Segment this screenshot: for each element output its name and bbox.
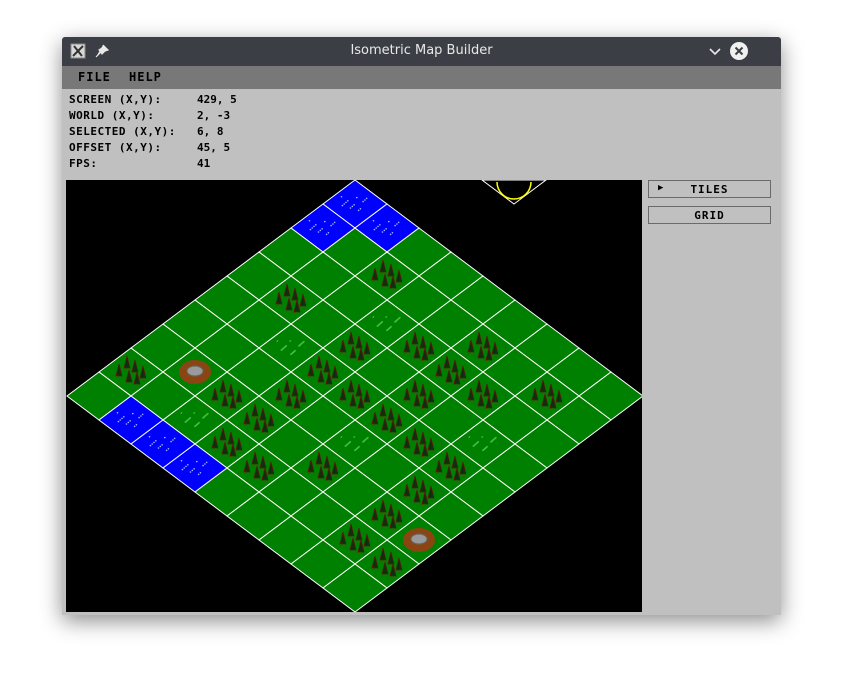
offset-label: OFFSET (X,Y):	[69, 141, 162, 154]
selected-value: 6, 8	[197, 125, 224, 138]
menu-file[interactable]: FILE	[78, 70, 111, 84]
grid-label: GRID	[694, 209, 725, 222]
app-window: Isometric Map Builder FILE HELP SCREEN (…	[62, 37, 781, 615]
world-label: WORLD (X,Y):	[69, 109, 155, 122]
selected-label: SELECTED (X,Y):	[69, 125, 176, 138]
screen-label: SCREEN (X,Y):	[69, 93, 162, 106]
window-title: Isometric Map Builder	[350, 43, 493, 58]
cursor-indicator	[481, 180, 547, 205]
menu-bar: FILE HELP	[62, 66, 781, 89]
fps-value: 41	[197, 157, 211, 170]
rock-icon	[410, 533, 428, 545]
close-icon[interactable]	[730, 42, 748, 60]
tiles-button[interactable]: ▶ TILES	[648, 180, 771, 198]
offset-value: 45, 5	[197, 141, 231, 154]
map-viewport[interactable]	[66, 180, 642, 612]
isometric-map[interactable]	[66, 180, 642, 612]
title-bar: Isometric Map Builder	[62, 37, 781, 66]
grid-button[interactable]: GRID	[648, 206, 771, 224]
rock-icon	[186, 365, 204, 377]
fps-label: FPS:	[69, 157, 98, 170]
world-value: 2, -3	[197, 109, 231, 122]
chevron-down-icon[interactable]	[707, 43, 723, 59]
screen-value: 429, 5	[197, 93, 237, 106]
tiles-label: TILES	[690, 183, 729, 196]
menu-help[interactable]: HELP	[129, 70, 162, 84]
